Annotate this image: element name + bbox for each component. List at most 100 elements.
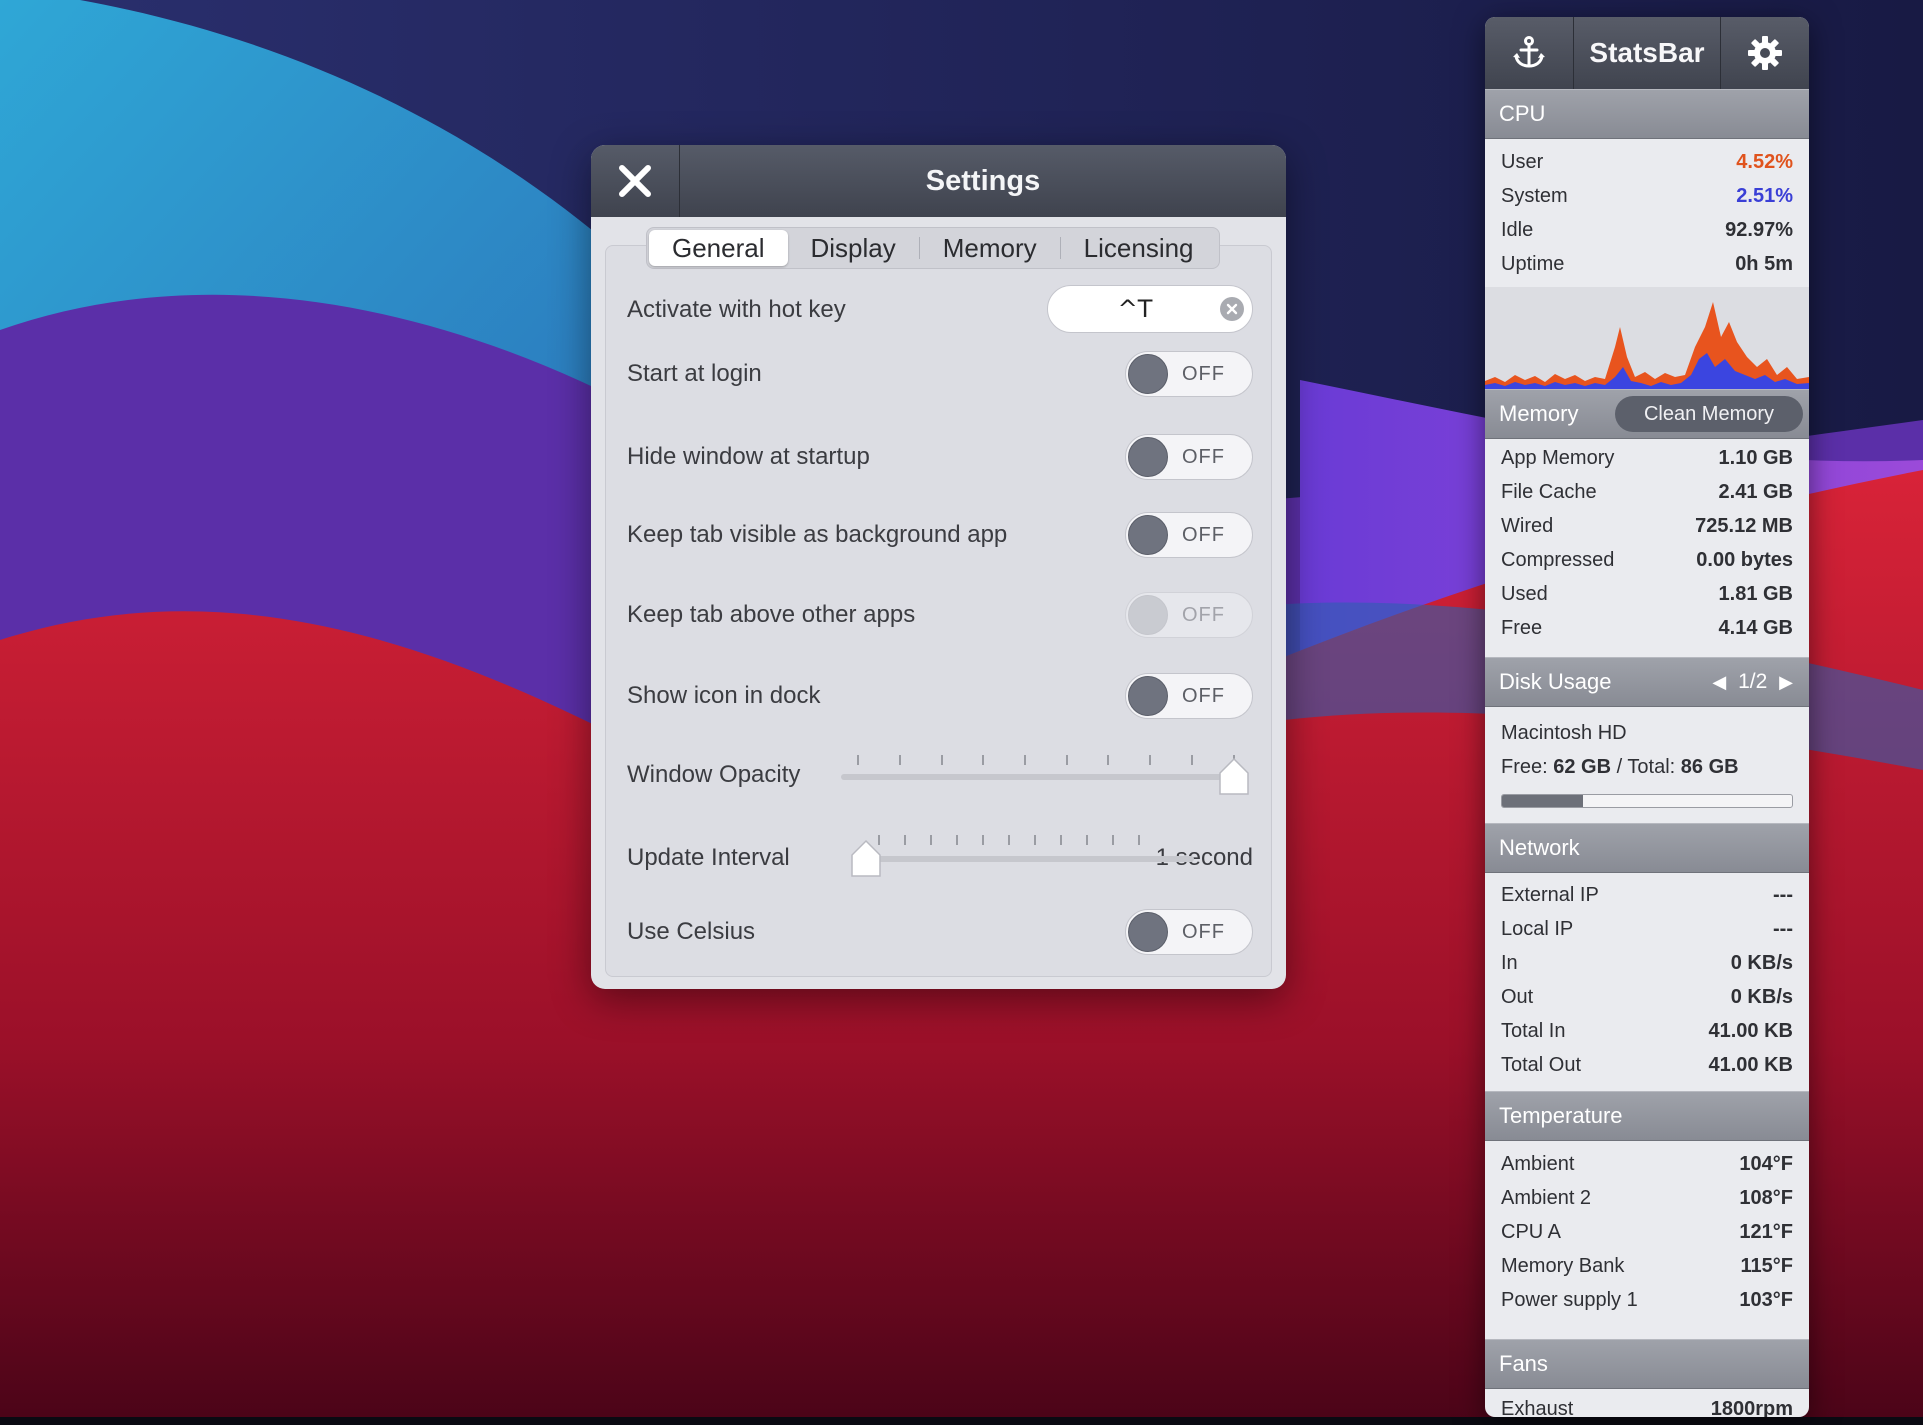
toggle-state: OFF bbox=[1182, 524, 1225, 546]
temperature-row: CPU A 121°F bbox=[1485, 1215, 1809, 1249]
disk-name: Macintosh HD bbox=[1501, 722, 1627, 744]
cpu-uptime-row: Uptime 0h 5m bbox=[1485, 247, 1809, 281]
celsius-label: Use Celsius bbox=[627, 918, 756, 945]
show-icon-row: Show icon in dock OFF bbox=[627, 671, 1253, 721]
hotkey-label: Activate with hot key bbox=[627, 296, 846, 323]
toggle-knob bbox=[1128, 595, 1168, 635]
disk-space: Free: 62 GB / Total: 86 GB bbox=[1501, 750, 1739, 784]
network-heading: Network bbox=[1499, 835, 1580, 860]
disk-usage-bar bbox=[1501, 794, 1793, 808]
close-button[interactable] bbox=[591, 145, 680, 217]
slider-tick bbox=[1060, 835, 1062, 845]
tab-memory[interactable]: Memory bbox=[920, 230, 1060, 266]
settings-button[interactable] bbox=[1720, 17, 1809, 89]
fans-row: Exhaust 1800rpm bbox=[1485, 1392, 1809, 1417]
slider-tick bbox=[1112, 835, 1114, 845]
start-at-login-row: Start at login OFF bbox=[627, 349, 1253, 399]
stat-key: CPU A bbox=[1501, 1221, 1562, 1243]
stat-value: 0.00 bytes bbox=[1696, 549, 1793, 571]
slider-tick bbox=[1024, 755, 1026, 765]
opacity-slider-thumb[interactable] bbox=[1217, 757, 1251, 797]
interval-slider-thumb[interactable] bbox=[849, 839, 883, 879]
free-value: 62 GB bbox=[1553, 756, 1612, 778]
network-stats: External IP --- Local IP --- In 0 KB/s Out 0… bbox=[1485, 878, 1809, 1082]
slider-tick bbox=[1008, 835, 1010, 845]
stat-key: Wired bbox=[1501, 515, 1554, 537]
slider-tick bbox=[1086, 835, 1088, 845]
celsius-toggle[interactable]: OFF bbox=[1125, 909, 1253, 955]
show-icon-toggle[interactable]: OFF bbox=[1125, 673, 1253, 719]
disk-page: 1/2 bbox=[1738, 670, 1768, 693]
previous-disk-arrow-icon[interactable]: ◀ bbox=[1706, 658, 1732, 706]
stat-value: 2.51% bbox=[1736, 185, 1793, 207]
memory-row: Wired 725.12 MB bbox=[1485, 509, 1809, 543]
next-disk-arrow-icon[interactable]: ▶ bbox=[1773, 658, 1799, 706]
free-label: Free: bbox=[1501, 756, 1548, 778]
statsbar-header: StatsBar bbox=[1485, 17, 1809, 89]
cpu-heading: CPU bbox=[1499, 101, 1546, 126]
stat-value: 92.97% bbox=[1725, 219, 1793, 241]
cpu-system-row: System 2.51% bbox=[1485, 179, 1809, 213]
tab-general[interactable]: General bbox=[649, 230, 788, 266]
stat-value: 121°F bbox=[1739, 1221, 1793, 1243]
slider-tick bbox=[941, 755, 943, 765]
stat-key: In bbox=[1501, 952, 1518, 974]
stat-value: 2.41 GB bbox=[1718, 481, 1793, 503]
statsbar-title: StatsBar bbox=[1589, 37, 1705, 68]
stat-value: 41.00 KB bbox=[1708, 1020, 1794, 1042]
network-row: Out 0 KB/s bbox=[1485, 980, 1809, 1014]
hide-window-label: Hide window at startup bbox=[627, 443, 870, 470]
temperature-row: Ambient 104°F bbox=[1485, 1147, 1809, 1181]
stat-key: Exhaust bbox=[1501, 1398, 1574, 1417]
keep-tab-above-toggle: OFF bbox=[1125, 592, 1253, 638]
stat-key: Local IP bbox=[1501, 918, 1574, 940]
stat-value: 103°F bbox=[1739, 1289, 1793, 1311]
settings-window: Settings General Display Memory Licensin… bbox=[591, 145, 1286, 989]
memory-row: Free 4.14 GB bbox=[1485, 611, 1809, 645]
hide-window-row: Hide window at startup OFF bbox=[627, 432, 1253, 482]
stat-key: Uptime bbox=[1501, 253, 1565, 275]
clear-hotkey-button[interactable] bbox=[1220, 297, 1244, 321]
disk-stats: Macintosh HD Free: 62 GB / Total: 86 GB bbox=[1485, 716, 1809, 784]
total-value: 86 GB bbox=[1680, 756, 1739, 778]
cpu-user-area bbox=[1485, 302, 1809, 389]
toggle-state: OFF bbox=[1182, 685, 1225, 707]
celsius-row: Use Celsius OFF bbox=[627, 907, 1253, 957]
stat-value: 1.10 GB bbox=[1718, 447, 1793, 469]
memory-section-header: Memory Clean Memory bbox=[1485, 389, 1809, 439]
stat-key: User bbox=[1501, 151, 1544, 173]
memory-row: App Memory 1.10 GB bbox=[1485, 441, 1809, 475]
stat-value: --- bbox=[1773, 918, 1793, 940]
stat-key: Memory Bank bbox=[1501, 1255, 1625, 1277]
toggle-knob bbox=[1128, 912, 1168, 952]
disk-usage-fill bbox=[1502, 795, 1584, 807]
stat-value: 4.52% bbox=[1736, 151, 1793, 173]
clean-memory-button[interactable]: Clean Memory bbox=[1615, 396, 1803, 432]
stat-key: External IP bbox=[1501, 884, 1599, 906]
pin-button[interactable] bbox=[1485, 17, 1574, 89]
stat-value: 1.81 GB bbox=[1718, 583, 1793, 605]
slider-tick bbox=[1149, 755, 1151, 765]
cpu-stats: User 4.52% System 2.51% Idle 92.97% Upti… bbox=[1485, 145, 1809, 281]
tab-licensing[interactable]: Licensing bbox=[1061, 230, 1217, 266]
hotkey-field[interactable]: ^T bbox=[1047, 285, 1253, 333]
tab-display[interactable]: Display bbox=[788, 230, 919, 266]
interval-slider-track[interactable] bbox=[854, 856, 1194, 862]
cpu-user-row: User 4.52% bbox=[1485, 145, 1809, 179]
toggle-state: OFF bbox=[1182, 604, 1225, 626]
hide-window-toggle[interactable]: OFF bbox=[1125, 434, 1253, 480]
anchor-icon bbox=[1513, 36, 1545, 68]
slider-tick bbox=[956, 835, 958, 845]
toggle-knob bbox=[1128, 354, 1168, 394]
memory-stats: App Memory 1.10 GB File Cache 2.41 GB Wire… bbox=[1485, 441, 1809, 645]
start-at-login-toggle[interactable]: OFF bbox=[1125, 351, 1253, 397]
keep-tab-visible-toggle[interactable]: OFF bbox=[1125, 512, 1253, 558]
cpu-history-graph bbox=[1485, 287, 1809, 389]
slider-tick bbox=[1066, 755, 1068, 765]
stat-value: 41.00 KB bbox=[1708, 1054, 1794, 1076]
stat-value: 0 KB/s bbox=[1730, 986, 1793, 1008]
fans-section-header: Fans bbox=[1485, 1339, 1809, 1389]
memory-heading: Memory bbox=[1499, 401, 1579, 426]
opacity-slider-track[interactable] bbox=[841, 774, 1234, 780]
settings-tabs: General Display Memory Licensing bbox=[646, 227, 1220, 269]
